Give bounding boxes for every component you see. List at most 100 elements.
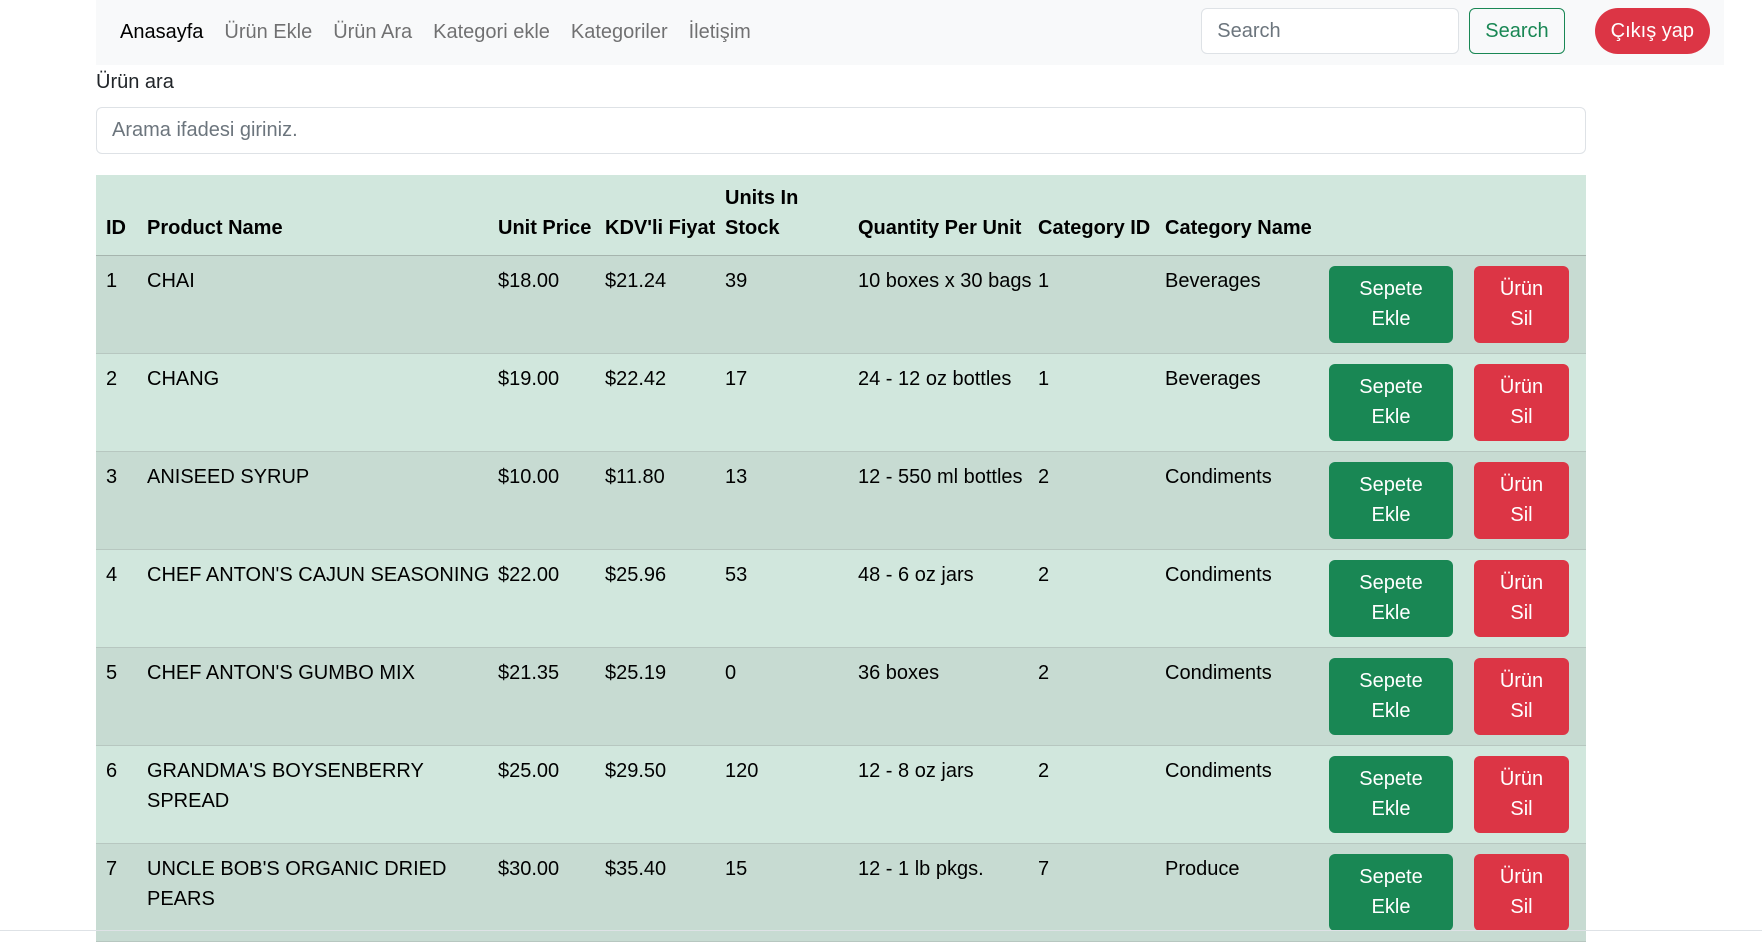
cell-category-id: 2: [1038, 661, 1050, 684]
cell-delete-action: Ürün Sil: [1474, 549, 1586, 647]
delete-button-line2: Sil: [1510, 798, 1533, 820]
add-button-line1: Sepete: [1359, 278, 1423, 300]
delete-button-line2: Sil: [1510, 602, 1533, 624]
add-button-line1: Sepete: [1359, 866, 1423, 888]
table-row: 2 CHANG $19.00 $22.42 17 24 - 12 oz bott…: [96, 353, 1586, 451]
add-button-line2: Ekle: [1371, 406, 1411, 428]
delete-product-button[interactable]: Ürün Sil: [1474, 461, 1569, 539]
cell-product-name: CHEF ANTON'S GUMBO MIX: [147, 661, 415, 684]
delete-product-button[interactable]: Ürün Sil: [1474, 363, 1569, 441]
cell-units-in-stock: 53: [725, 563, 748, 586]
th-quantity-per-unit: Quantity Per Unit: [858, 216, 1022, 239]
nav-search-input[interactable]: [1201, 8, 1460, 54]
add-to-cart-button[interactable]: Sepete Ekle: [1329, 265, 1453, 343]
cell-id: 3: [106, 465, 118, 488]
cell-category-id: 1: [1038, 269, 1050, 292]
cell-category-id: 1: [1038, 367, 1050, 390]
cell-units-in-stock: 13: [725, 465, 748, 488]
delete-product-button[interactable]: Ürün Sil: [1474, 657, 1569, 735]
logout-button[interactable]: Çıkış yap: [1594, 8, 1710, 54]
cell-category-id: 7: [1038, 857, 1050, 880]
th-kdv-price: KDV'li Fiyat: [605, 216, 716, 239]
cell-category-name: Condiments: [1165, 661, 1272, 684]
add-to-cart-button[interactable]: Sepete Ekle: [1329, 853, 1453, 931]
cell-product-name: CHAI: [147, 269, 195, 292]
cell-id: 2: [106, 367, 118, 390]
nav-search-button[interactable]: Search: [1469, 8, 1565, 54]
cell-product-name: ANISEED SYRUP: [147, 465, 310, 488]
add-to-cart-button[interactable]: Sepete Ekle: [1329, 363, 1453, 441]
th-category-id: Category ID: [1038, 216, 1151, 239]
cell-unit-price: $18.00: [498, 269, 560, 292]
delete-product-button[interactable]: Ürün Sil: [1474, 853, 1569, 931]
cell-kdv-price: $29.50: [605, 759, 667, 782]
add-to-cart-button[interactable]: Sepete Ekle: [1329, 755, 1453, 833]
delete-product-button[interactable]: Ürün Sil: [1474, 559, 1569, 637]
nav-link-anasayfa[interactable]: Anasayfa: [120, 21, 203, 44]
th-category-name: Category Name: [1165, 216, 1312, 239]
cell-unit-price: $19.00: [498, 367, 560, 390]
add-to-cart-button[interactable]: Sepete Ekle: [1329, 559, 1453, 637]
th-id: ID: [106, 216, 126, 239]
th-add-action: [1329, 175, 1474, 255]
table-header-row: ID Product Name Unit Price KDV'li Fiyat …: [96, 175, 1586, 255]
cell-delete-action: Ürün Sil: [1474, 451, 1586, 549]
nav-link-iletisim[interactable]: İletişim: [689, 21, 751, 44]
products-table: ID Product Name Unit Price KDV'li Fiyat …: [96, 175, 1586, 942]
cell-quantity-per-unit: 24 - 12 oz bottles: [858, 367, 1012, 390]
cell-kdv-price: $35.40: [605, 857, 667, 880]
cell-unit-price: $25.00: [498, 759, 560, 782]
add-button-line2: Ekle: [1371, 308, 1411, 330]
add-button-line1: Sepete: [1359, 768, 1423, 790]
cell-category-name: Beverages: [1165, 269, 1261, 292]
th-unit-price: Unit Price: [498, 216, 592, 239]
product-search-label: Ürün ara: [96, 71, 174, 93]
add-to-cart-button[interactable]: Sepete Ekle: [1329, 657, 1453, 735]
cell-units-in-stock: 39: [725, 269, 748, 292]
delete-button-line2: Sil: [1510, 308, 1533, 330]
cell-add-action: Sepete Ekle: [1329, 843, 1474, 941]
th-units-in-stock: Units In Stock: [725, 186, 799, 239]
nav-links: Anasayfa Ürün Ekle Ürün Ara Kategori ekl…: [120, 21, 772, 44]
add-button-line1: Sepete: [1359, 670, 1423, 692]
cell-unit-price: $21.35: [498, 661, 560, 684]
delete-button-line1: Ürün: [1499, 866, 1544, 888]
cell-add-action: Sepete Ekle: [1329, 255, 1474, 353]
table-row: 1 CHAI $18.00 $21.24 39 10 boxes x 30 ba…: [96, 255, 1586, 353]
cell-unit-price: $10.00: [498, 465, 560, 488]
cell-id: 7: [106, 857, 118, 880]
cell-product-name: GRANDMA'S BOYSENBERRY SPREAD: [147, 759, 424, 812]
cell-product-name: UNCLE BOB'S ORGANIC DRIED PEARS: [147, 857, 447, 910]
delete-product-button[interactable]: Ürün Sil: [1474, 755, 1569, 833]
cell-delete-action: Ürün Sil: [1474, 353, 1586, 451]
cell-id: 6: [106, 759, 118, 782]
cell-kdv-price: $22.42: [605, 367, 667, 390]
cell-category-id: 2: [1038, 759, 1050, 782]
add-to-cart-button[interactable]: Sepete Ekle: [1329, 461, 1453, 539]
table-header: ID Product Name Unit Price KDV'li Fiyat …: [96, 175, 1586, 255]
nav-link-kategori-ekle[interactable]: Kategori ekle: [433, 21, 550, 44]
nav-link-kategoriler[interactable]: Kategoriler: [571, 21, 668, 44]
nav-link-urun-ekle[interactable]: Ürün Ekle: [224, 21, 312, 44]
cell-delete-action: Ürün Sil: [1474, 745, 1586, 843]
cell-quantity-per-unit: 48 - 6 oz jars: [858, 563, 974, 586]
delete-button-line2: Sil: [1510, 504, 1533, 526]
product-search-input[interactable]: [96, 107, 1586, 154]
cell-delete-action: Ürün Sil: [1474, 647, 1586, 745]
table-row: 5 CHEF ANTON'S GUMBO MIX $21.35 $25.19 0…: [96, 647, 1586, 745]
nav-link-urun-ara[interactable]: Ürün Ara: [333, 21, 412, 44]
cell-quantity-per-unit: 12 - 8 oz jars: [858, 759, 974, 782]
cell-kdv-price: $25.19: [605, 661, 667, 684]
cell-category-name: Condiments: [1165, 563, 1272, 586]
delete-button-line1: Ürün: [1499, 474, 1544, 496]
cell-product-name: CHANG: [147, 367, 220, 390]
cell-id: 5: [106, 661, 118, 684]
delete-product-button[interactable]: Ürün Sil: [1474, 265, 1569, 343]
th-product-name: Product Name: [147, 216, 283, 239]
delete-button-line1: Ürün: [1499, 768, 1544, 790]
cell-delete-action: Ürün Sil: [1474, 255, 1586, 353]
cell-delete-action: Ürün Sil: [1474, 843, 1586, 941]
add-button-line2: Ekle: [1371, 896, 1411, 918]
cell-add-action: Sepete Ekle: [1329, 353, 1474, 451]
cell-unit-price: $22.00: [498, 563, 560, 586]
